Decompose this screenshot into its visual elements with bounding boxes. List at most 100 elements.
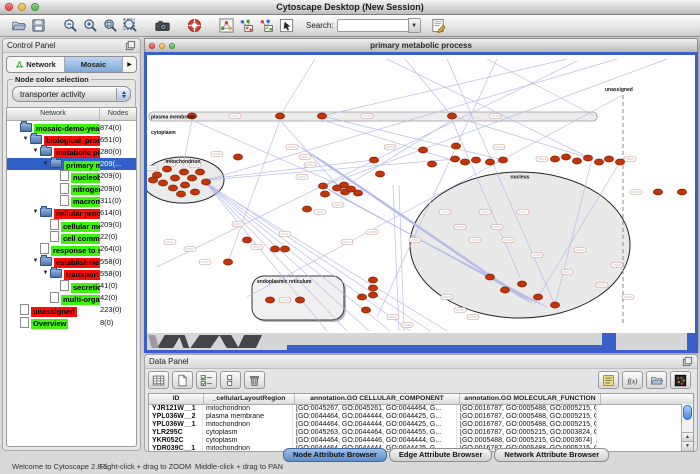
- zoom-selected-icon[interactable]: [120, 17, 140, 35]
- layout-group-icon[interactable]: [256, 17, 276, 35]
- expand-arrow-icon[interactable]: ▼: [41, 161, 50, 167]
- network-node[interactable]: [320, 191, 329, 197]
- network-node[interactable]: [485, 159, 494, 165]
- expand-arrow-icon[interactable]: ▼: [31, 148, 40, 154]
- attribute-editor-icon[interactable]: [429, 17, 449, 35]
- table-cell[interactable]: [GO:0016787, GO:0005488, GO:0005215, G..…: [457, 421, 597, 428]
- table-cell[interactable]: plasma membrane: [203, 413, 293, 420]
- network-node[interactable]: [451, 143, 460, 149]
- network-node[interactable]: [583, 155, 592, 161]
- attribute-list-icon[interactable]: [598, 371, 619, 389]
- zoom-out-icon[interactable]: [60, 17, 80, 35]
- table-cell[interactable]: cytoplasm: [203, 429, 293, 436]
- search-dropdown-button[interactable]: ▼: [408, 18, 421, 33]
- tab-mosaic[interactable]: Mosaic: [65, 57, 123, 72]
- network-node[interactable]: [179, 169, 188, 175]
- network-node[interactable]: [201, 179, 210, 185]
- network-node[interactable]: [418, 147, 427, 153]
- table-cell[interactable]: [GO:0045267, GO:0045261, GO:0044464, G..…: [293, 405, 457, 412]
- node-color-dropdown[interactable]: transporter activity: [12, 86, 131, 102]
- snapshot-icon[interactable]: [152, 17, 172, 35]
- table-column-header[interactable]: annotation.GO CELLULAR_COMPONENT: [295, 394, 460, 404]
- network-node[interactable]: [533, 294, 542, 300]
- table-cell[interactable]: [GO:0016787, GO:0005488, GO:0005215, G..…: [457, 405, 597, 412]
- network-node[interactable]: [195, 169, 204, 175]
- network-node[interactable]: [369, 157, 378, 163]
- table-row[interactable]: YPL036W__1mitochondrion[GO:0044464, GO:0…: [149, 421, 693, 429]
- network-node[interactable]: [158, 180, 167, 186]
- network-node[interactable]: [498, 157, 507, 163]
- table-row[interactable]: YKR052Ccytoplasm[GO:0044464, GO:0044446,…: [149, 437, 693, 445]
- network-node[interactable]: [357, 294, 366, 300]
- tab-overflow-arrow-icon[interactable]: ▶: [123, 57, 136, 72]
- table-column-header[interactable]: _cellularLayoutRegion: [204, 394, 295, 404]
- network-node[interactable]: [460, 159, 469, 165]
- network-node[interactable]: [275, 113, 284, 119]
- save-icon[interactable]: [28, 17, 48, 35]
- network-canvas[interactable]: plasma membranecytoplasmmitochondrionnuc…: [147, 55, 694, 333]
- network-node[interactable]: [223, 259, 232, 265]
- network-node[interactable]: [471, 157, 480, 163]
- table-cell[interactable]: [GO:0016787, GO:0005215, GO:0003824, G..…: [457, 429, 597, 436]
- network-node[interactable]: [162, 166, 171, 172]
- table-cell[interactable]: YPL036W__2: [149, 413, 203, 420]
- table-cell[interactable]: mitochondrion: [203, 405, 293, 412]
- import-table-icon[interactable]: [646, 371, 667, 389]
- zoom-in-icon[interactable]: [80, 17, 100, 35]
- network-node[interactable]: [295, 297, 304, 303]
- network-node[interactable]: [561, 154, 570, 160]
- network-node[interactable]: [368, 292, 377, 298]
- network-node[interactable]: [604, 156, 613, 162]
- network-node[interactable]: [176, 191, 185, 197]
- function-builder-icon[interactable]: f(x): [622, 371, 643, 389]
- network-node[interactable]: [242, 237, 251, 243]
- network-node[interactable]: [550, 302, 559, 308]
- network-node[interactable]: [615, 159, 624, 165]
- table-cell[interactable]: [GO:0005488, GO:0005215, GO:0003674]: [457, 437, 597, 444]
- table-cell[interactable]: cytoplasm: [203, 437, 293, 444]
- network-node[interactable]: [447, 113, 456, 119]
- network-node[interactable]: [148, 177, 157, 183]
- table-column-header[interactable]: annotation.GO MOLECULAR_FUNCTION: [460, 394, 601, 404]
- network-node[interactable]: [280, 246, 289, 252]
- table-row[interactable]: YPL036W__2plasma membrane[GO:0044464, GO…: [149, 413, 693, 421]
- table-cell[interactable]: [GO:0044464, GO:0044444, GO:0044425, G..…: [293, 421, 457, 428]
- network-node[interactable]: [572, 158, 581, 164]
- network-node[interactable]: [517, 281, 526, 287]
- table-icon[interactable]: [148, 371, 169, 389]
- network-node[interactable]: [190, 189, 199, 195]
- table-cell[interactable]: YLR295C: [149, 429, 203, 436]
- delete-attribute-icon[interactable]: [244, 371, 265, 389]
- select-attributes-icon[interactable]: [196, 371, 217, 389]
- network-node[interactable]: [594, 159, 603, 165]
- tree-row[interactable]: Overview8(0): [7, 316, 136, 328]
- network-node[interactable]: [170, 175, 179, 181]
- network-node[interactable]: [368, 285, 377, 291]
- network-node[interactable]: [270, 246, 279, 252]
- network-node[interactable]: [187, 175, 196, 181]
- layout-region-icon[interactable]: [236, 17, 256, 35]
- table-row[interactable]: YLR295Ccytoplasm[GO:0045263, GO:0044464,…: [149, 429, 693, 437]
- network-node[interactable]: [375, 171, 384, 177]
- network-overview-icon[interactable]: [216, 17, 236, 35]
- network-node[interactable]: [450, 156, 459, 162]
- expand-arrow-icon[interactable]: ▼: [31, 258, 40, 264]
- table-column-header[interactable]: ID: [149, 394, 204, 404]
- expand-arrow-icon[interactable]: ▼: [21, 136, 30, 142]
- table-cell[interactable]: [GO:0044464, GO:0044444, GO:0044425, G..…: [293, 413, 457, 420]
- annotation-icon[interactable]: [276, 17, 296, 35]
- network-node[interactable]: [302, 206, 311, 212]
- expand-arrow-icon[interactable]: ▼: [41, 270, 50, 276]
- network-node[interactable]: [361, 307, 370, 313]
- table-row[interactable]: YJR121W__1mitochondrion[GO:0045267, GO:0…: [149, 405, 693, 413]
- network-node[interactable]: [427, 161, 436, 167]
- table-cell[interactable]: YPL036W__1: [149, 421, 203, 428]
- expand-arrow-icon[interactable]: ▼: [31, 209, 40, 215]
- search-input[interactable]: [337, 19, 408, 32]
- network-node[interactable]: [318, 183, 327, 189]
- table-cell[interactable]: YKR052C: [149, 437, 203, 444]
- open-icon[interactable]: [8, 17, 28, 35]
- table-cell[interactable]: mitochondrion: [203, 445, 293, 452]
- network-node[interactable]: [168, 185, 177, 191]
- network-node[interactable]: [485, 274, 494, 280]
